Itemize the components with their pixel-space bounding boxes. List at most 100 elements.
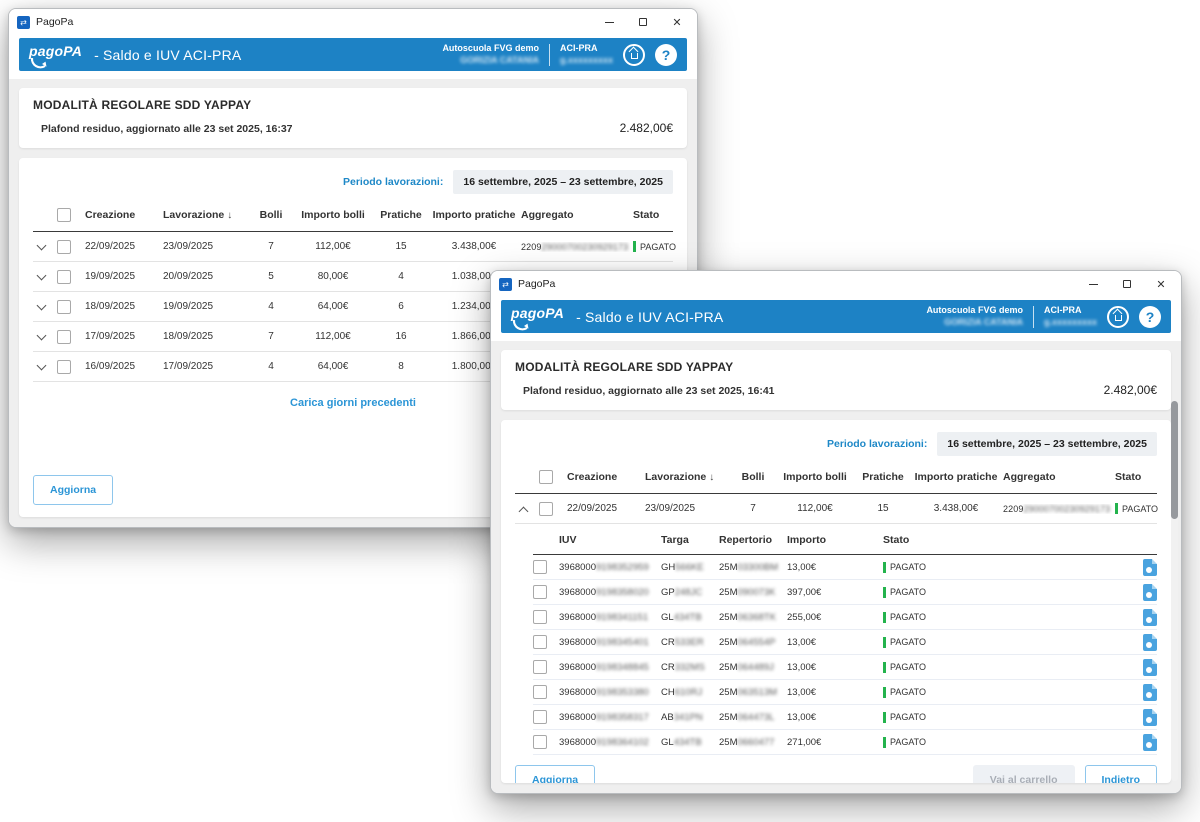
row-checkbox[interactable] [57,270,71,284]
vertical-scrollbar[interactable] [1171,401,1178,781]
col-creazione[interactable]: Creazione [85,209,163,221]
maximize-button[interactable] [637,16,649,28]
col-bolli[interactable]: Bolli [251,209,291,221]
help-icon[interactable]: ? [655,44,677,66]
status-bar-icon [883,737,886,748]
targa-cell: CR332MS [661,662,719,673]
repertorio-cell: 25M03300BM [719,562,787,573]
pratiche-cell: 16 [375,331,427,342]
close-button[interactable]: ✕ [1155,278,1167,290]
chevron-down-icon[interactable] [37,332,47,342]
minimize-button[interactable] [603,16,615,28]
row-checkbox[interactable] [533,610,547,624]
chevron-down-icon[interactable] [37,272,47,282]
receipt-icon[interactable] [1143,609,1157,626]
row-checkbox[interactable] [533,735,547,749]
importo-bolli-cell: 112,00€ [291,241,375,252]
importo-cell: 13,00€ [787,687,883,698]
receipt-icon[interactable] [1143,684,1157,701]
row-checkbox[interactable] [533,660,547,674]
repertorio-cell: 25M064554P [719,637,787,648]
receipt-icon[interactable] [1143,634,1157,651]
subtable-row: 39680009198353380 CH610RJ 25M063513M 13,… [533,680,1157,705]
load-previous-days-link[interactable]: Carica giorni precedenti [290,397,416,409]
col-importo-pratiche[interactable]: Importo pratiche [427,209,521,221]
front-window: ⇄ PagoPa ✕ pagoPA - Saldo e IUV ACI-PRA … [490,270,1182,794]
col-stato[interactable]: Stato [633,209,673,221]
front-titlebar: ⇄ PagoPa ✕ [491,271,1181,297]
scrollbar-thumb[interactable] [1171,401,1178,519]
col-importo-bolli[interactable]: Importo bolli [773,471,857,483]
lavorazione-cell: 23/09/2025 [163,241,251,252]
vai-al-carrello-button[interactable]: Vai al carrello [973,765,1075,783]
plafond-amount: 2.482,00€ [620,121,673,135]
maximize-button[interactable] [1121,278,1133,290]
row-checkbox[interactable] [533,560,547,574]
receipt-icon[interactable] [1143,709,1157,726]
col-importo-bolli[interactable]: Importo bolli [291,209,375,221]
row-checkbox[interactable] [57,300,71,314]
col-lavorazione[interactable]: Lavorazione ↓ [163,209,251,221]
home-icon[interactable] [623,44,645,66]
help-icon[interactable]: ? [1139,306,1161,328]
pagopa-logo-icon: pagoPA [511,305,564,329]
periodo-range-selector[interactable]: 16 settembre, 2025 – 23 settembre, 2025 [453,170,673,194]
col-creazione[interactable]: Creazione [567,471,645,483]
status-badge: PAGATO [883,712,1123,723]
row-checkbox[interactable] [539,502,553,516]
periodo-range-selector[interactable]: 16 settembre, 2025 – 23 settembre, 2025 [937,432,1157,456]
repertorio-cell: 25M06368TK [719,612,787,623]
organization-label: Autoscuola FVG demo GORIZIA CATANIA [442,43,539,66]
row-checkbox[interactable] [533,635,547,649]
iuv-cell: 39680009198352959 [559,562,661,573]
iuv-cell: 39680009198358317 [559,712,661,723]
minimize-button[interactable] [1087,278,1099,290]
creazione-cell: 16/09/2025 [85,361,163,372]
receipt-icon[interactable] [1143,659,1157,676]
header-divider [549,44,550,66]
select-all-checkbox[interactable] [539,470,553,484]
summary-card: MODALITÀ REGOLARE SDD YAPPAY Plafond res… [501,350,1171,410]
close-button[interactable]: ✕ [671,16,683,28]
status-bar-icon [883,687,886,698]
row-checkbox[interactable] [57,360,71,374]
aggiorna-button[interactable]: Aggiorna [33,475,113,505]
select-all-checkbox[interactable] [57,208,71,222]
receipt-icon[interactable] [1143,584,1157,601]
indietro-button[interactable]: Indietro [1085,765,1158,783]
status-badge: PAGATO [883,562,1123,573]
col-pratiche[interactable]: Pratiche [375,209,427,221]
status-bar-icon [883,562,886,573]
row-checkbox[interactable] [533,585,547,599]
status-badge: PAGATO [883,637,1123,648]
row-checkbox[interactable] [533,685,547,699]
row-checkbox[interactable] [533,710,547,724]
row-checkbox[interactable] [57,330,71,344]
col-lavorazione[interactable]: Lavorazione ↓ [645,471,733,483]
chevron-down-icon[interactable] [37,362,47,372]
targa-cell: GL434TB [661,612,719,623]
col-bolli[interactable]: Bolli [733,471,773,483]
lavorazione-cell: 17/09/2025 [163,361,251,372]
col-stato[interactable]: Stato [1115,471,1157,483]
col-aggregato[interactable]: Aggregato [1003,471,1115,483]
chevron-up-icon[interactable] [519,504,529,514]
receipt-icon[interactable] [1143,559,1157,576]
status-badge: PAGATO [883,587,1123,598]
status-badge: PAGATO [883,737,1123,748]
iuv-cell: 39680009198364102 [559,737,661,748]
back-titlebar: ⇄ PagoPa ✕ [9,9,697,35]
chevron-down-icon[interactable] [37,242,47,252]
receipt-icon[interactable] [1143,734,1157,751]
col-aggregato[interactable]: Aggregato [521,209,633,221]
aggiorna-button[interactable]: Aggiorna [515,765,595,783]
col-pratiche[interactable]: Pratiche [857,471,909,483]
targa-cell: GL434TB [661,737,719,748]
lavorazione-cell: 23/09/2025 [645,503,733,514]
col-stato: Stato [883,534,1123,546]
col-importo-pratiche[interactable]: Importo pratiche [909,471,1003,483]
row-checkbox[interactable] [57,240,71,254]
chevron-down-icon[interactable] [37,302,47,312]
home-icon[interactable] [1107,306,1129,328]
targa-cell: GH566KE [661,562,719,573]
